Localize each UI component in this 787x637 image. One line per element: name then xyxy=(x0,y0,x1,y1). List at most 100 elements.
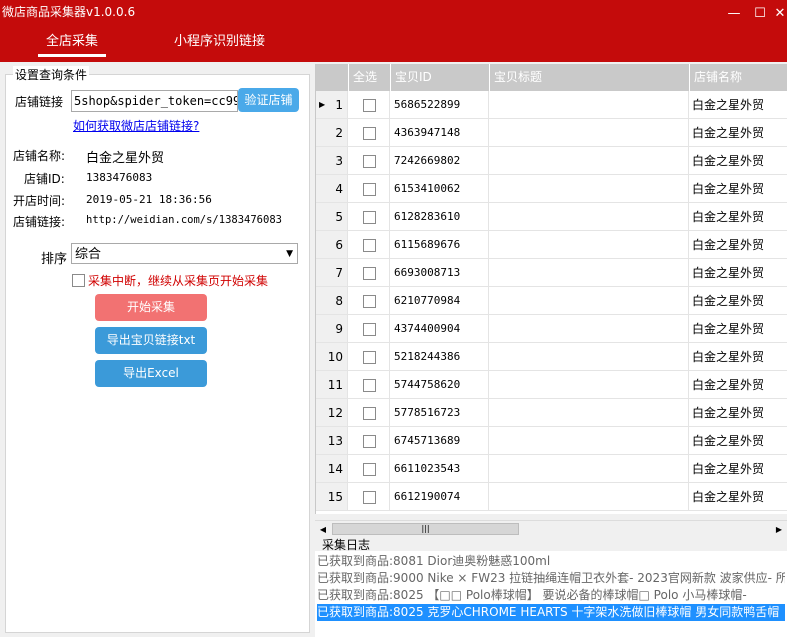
shop-name-cell[interactable]: 白金之星外贸 xyxy=(689,119,787,147)
item-title-cell[interactable]: 9000 圆领 23新版本全码出货 联... xyxy=(489,175,689,203)
shop-name-cell[interactable]: 白金之星外贸 xyxy=(689,175,787,203)
export-txt-button[interactable]: 导出宝贝链接txt xyxy=(95,327,207,354)
resume-checkbox[interactable] xyxy=(72,274,85,287)
row-checkbox[interactable] xyxy=(363,435,376,448)
shop-name-cell[interactable]: 白金之星外贸 xyxy=(689,427,787,455)
item-title-cell[interactable]: 8001 5代LOVE系列情侣手镯! LOV... xyxy=(489,343,689,371)
row-checkbox[interactable] xyxy=(363,267,376,280)
item-id-cell[interactable]: 5218244386 xyxy=(390,343,489,371)
table-row[interactable]: 9 4374400904 8125 专柜同款男士内裤三条装... 白金之星外贸 xyxy=(316,315,787,343)
shop-name-cell[interactable]: 白金之星外贸 xyxy=(689,371,787,399)
shop-name-cell[interactable]: 白金之星外贸 xyxy=(689,203,787,231)
item-id-cell[interactable]: 6210770984 xyxy=(390,287,489,315)
table-row[interactable]: 10 5218244386 8001 5代LOVE系列情侣手镯! LOV... 白金之… xyxy=(316,343,787,371)
log-box[interactable]: 已获取到商品:8081 Dior迪奥粉魅惑100ml 已获取到商品:9000 N… xyxy=(315,551,787,637)
table-row[interactable]: 4 6153410062 9000 圆领 23新版本全码出货 联... 白金之星外贸 xyxy=(316,175,787,203)
shop-name-cell[interactable]: 白金之星外贸 xyxy=(689,483,787,511)
item-id-cell[interactable]: 6745713689 xyxy=(390,427,489,455)
shop-name-cell[interactable]: 白金之星外贸 xyxy=(689,259,787,287)
select-cell xyxy=(348,371,390,399)
item-title-cell[interactable]: 8069 男香之皇! D家旷野男士香... xyxy=(489,119,689,147)
item-title-cell[interactable]: 8176 vintage古着款刺绣logo... xyxy=(489,259,689,287)
item-title-cell[interactable]: 9000 2023秋冬男士专柜新品... xyxy=(489,427,689,455)
sort-select[interactable]: 综合 ▼ xyxy=(71,243,298,264)
item-title-cell[interactable]: 8045 PRX超级玩家系列腕表 EDG... xyxy=(489,455,689,483)
table-row[interactable]: 14 6611023543 8045 PRX超级玩家系列腕表 EDG... 白金之星外… xyxy=(316,455,787,483)
shop-column-header[interactable]: 店铺名称 xyxy=(689,64,787,91)
row-checkbox[interactable] xyxy=(363,211,376,224)
table-row[interactable]: 2 4363947148 8069 男香之皇! D家旷野男士香... 白金之星外贸 xyxy=(316,119,787,147)
export-excel-button[interactable]: 导出Excel xyxy=(95,360,207,387)
item-id-cell[interactable]: 4363947148 xyxy=(390,119,489,147)
log-line-selected[interactable]: 已获取到商品:8025 克罗心CHROME HEARTS 十字架水洗做旧棒球帽 … xyxy=(317,604,785,621)
item-id-cell[interactable]: 7242669802 xyxy=(390,147,489,175)
row-checkbox[interactable] xyxy=(363,127,376,140)
table-row[interactable]: 7 6693008713 8176 vintage古着款刺绣logo... 白金之星外… xyxy=(316,259,787,287)
shop-name-cell[interactable]: 白金之星外贸 xyxy=(689,91,787,119)
item-title-cell[interactable]: 9000 【顶级版本】 联名款 SS23... xyxy=(489,231,689,259)
table-row[interactable]: 8 6210770984 9000 户外防水硬壳冲锋衣机能... 白金之星外贸 xyxy=(316,287,787,315)
item-title-cell[interactable]: 8064 「 可搭配套装 N**e x ... xyxy=(489,399,689,427)
close-button[interactable]: ✕ xyxy=(773,6,787,22)
tab-miniprogram-link[interactable]: 小程序识别链接 xyxy=(174,30,265,49)
row-checkbox[interactable] xyxy=(363,323,376,336)
item-id-cell[interactable]: 6611023543 xyxy=(390,455,489,483)
shop-name-cell[interactable]: 白金之星外贸 xyxy=(689,231,787,259)
row-checkbox[interactable] xyxy=(363,183,376,196)
shop-name-cell[interactable]: 白金之星外贸 xyxy=(689,287,787,315)
shop-name-cell[interactable]: 白金之星外贸 xyxy=(689,399,787,427)
item-title-cell[interactable]: 邮费补差 xyxy=(489,147,689,175)
scroll-thumb[interactable]: ||| xyxy=(332,523,519,535)
title-bar: 微店商品采集器v1.0.0.6 — ☐ ✕ 全店采集 小程序识别链接 xyxy=(0,0,787,62)
shop-name-cell[interactable]: 白金之星外贸 xyxy=(689,455,787,483)
row-checkbox[interactable] xyxy=(363,379,376,392)
table-row[interactable]: 13 6745713689 9000 2023秋冬男士专柜新品... 白金之星外贸 xyxy=(316,427,787,455)
help-link[interactable]: 如何获取微店店铺链接? xyxy=(73,117,199,134)
horizontal-scrollbar[interactable]: ◀ ||| ▶ xyxy=(315,520,787,538)
maximize-button[interactable]: ☐ xyxy=(749,6,771,22)
table-row[interactable]: ▶ 1 5686522899 8064 纯原版本! OS宽松版型!... 白金之星外贸 xyxy=(316,91,787,119)
row-checkbox[interactable] xyxy=(363,491,376,504)
table-row[interactable]: 6 6115689676 9000 【顶级版本】 联名款 SS23... 白金之星外贸 xyxy=(316,231,787,259)
item-title-cell[interactable]: 8040 世纪联名! 众多明星上... xyxy=(489,483,689,511)
shop-name-cell[interactable]: 白金之星外贸 xyxy=(689,315,787,343)
item-id-cell[interactable]: 5686522899 xyxy=(390,91,489,119)
id-column-header[interactable]: 宝贝ID xyxy=(390,64,489,91)
select-all-header[interactable]: 全选 xyxy=(348,64,390,91)
item-title-cell[interactable]: 9000 TNF日版 风景图案短袖 ... xyxy=(489,203,689,231)
item-id-cell[interactable]: 6153410062 xyxy=(390,175,489,203)
shop-link-input[interactable]: 5shop&spider_token=cc99 xyxy=(71,90,238,112)
item-title-cell[interactable]: 9000 户外防水硬壳冲锋衣机能... xyxy=(489,287,689,315)
shop-name-cell[interactable]: 白金之星外贸 xyxy=(689,343,787,371)
title-column-header[interactable]: 宝贝标题 xyxy=(489,64,689,91)
start-collect-button[interactable]: 开始采集 xyxy=(95,294,207,321)
minimize-button[interactable]: — xyxy=(723,6,745,22)
table-row[interactable]: 5 6128283610 9000 TNF日版 风景图案短袖 ... 白金之星外贸 xyxy=(316,203,787,231)
row-checkbox[interactable] xyxy=(363,295,376,308)
item-id-cell[interactable]: 5778516723 xyxy=(390,399,489,427)
row-checkbox[interactable] xyxy=(363,407,376,420)
row-checkbox[interactable] xyxy=(363,463,376,476)
item-title-cell[interactable]: 8064 纯原版本! OS宽松版型!... xyxy=(489,91,689,119)
item-title-cell[interactable]: 8125 专柜同款男士内裤三条装... xyxy=(489,315,689,343)
shop-name-cell[interactable]: 白金之星外贸 xyxy=(689,147,787,175)
item-id-cell[interactable]: 6612190074 xyxy=(390,483,489,511)
verify-shop-button[interactable]: 验证店铺 xyxy=(238,88,299,112)
row-checkbox[interactable] xyxy=(363,239,376,252)
row-checkbox[interactable] xyxy=(363,99,376,112)
item-id-cell[interactable]: 5744758620 xyxy=(390,371,489,399)
item-id-cell[interactable]: 4374400904 xyxy=(390,315,489,343)
row-checkbox[interactable] xyxy=(363,351,376,364)
scroll-right-icon[interactable]: ▶ xyxy=(771,521,787,538)
item-id-cell[interactable]: 6115689676 xyxy=(390,231,489,259)
item-title-cell[interactable]: 8174 2023FW秋冬新款 联名字母L... xyxy=(489,371,689,399)
row-checkbox[interactable] xyxy=(363,155,376,168)
table-row[interactable]: 11 5744758620 8174 2023FW秋冬新款 联名字母L... 白金之星… xyxy=(316,371,787,399)
item-id-cell[interactable]: 6693008713 xyxy=(390,259,489,287)
row-number-text: 12 xyxy=(327,406,343,420)
table-row[interactable]: 12 5778516723 8064 「 可搭配套装 N**e x ... 白金之星外… xyxy=(316,399,787,427)
table-row[interactable]: 3 7242669802 邮费补差 白金之星外贸 xyxy=(316,147,787,175)
table-row[interactable]: 15 6612190074 8040 世纪联名! 众多明星上... 白金之星外贸 xyxy=(316,483,787,511)
item-id-cell[interactable]: 6128283610 xyxy=(390,203,489,231)
tab-shop-collect[interactable]: 全店采集 xyxy=(46,30,98,49)
